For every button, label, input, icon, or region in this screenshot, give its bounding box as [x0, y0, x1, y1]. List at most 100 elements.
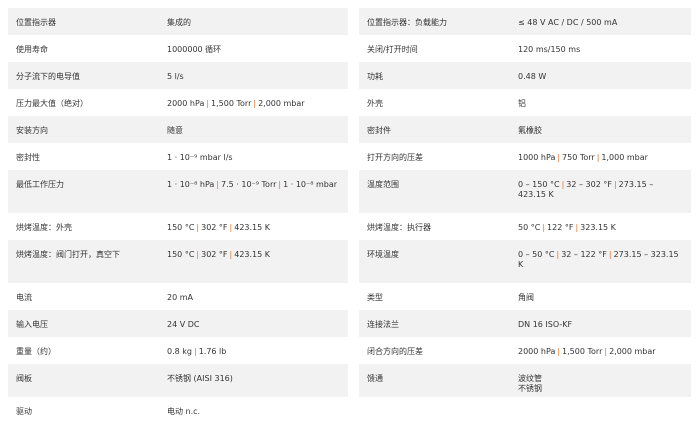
spec-value-part: 32 – 302 °F — [566, 180, 612, 189]
spec-table-right: 位置指示器：负载能力 ≤ 48 V AC / DC / 500 mA 关闭/打开时间… — [359, 8, 691, 397]
spec-value-part: 750 Torr — [562, 153, 595, 162]
spec-value: 1000000 循环 — [167, 45, 348, 55]
spec-value-part: 2000 hPa — [518, 347, 556, 356]
spec-value-part: 1,000 mbar — [601, 153, 648, 162]
value-separator: | — [608, 250, 612, 259]
spec-value-part: 0 – 50 °C — [518, 250, 555, 259]
spec-value: 2000 hPa | 1,500 Torr | 2,000 mbar — [518, 347, 691, 357]
spec-value: 0.48 W — [518, 72, 691, 82]
spec-row: 位置指示器 集成的 — [8, 8, 348, 35]
spec-value-part: 423.15 K — [234, 250, 271, 259]
spec-value: 氟橡胶 — [518, 126, 691, 136]
spec-row: 输入电压 24 V DC — [8, 310, 348, 337]
spec-value-part: 0.8 kg — [167, 347, 192, 356]
spec-label: 阀板 — [16, 374, 32, 383]
spec-value-part: 7.5 · 10⁻⁹ Torr — [221, 180, 277, 189]
spec-value-part: 随意 — [167, 126, 183, 135]
spec-label: 温度范围 — [367, 180, 399, 189]
spec-row: 类型 角阀 — [359, 283, 691, 310]
spec-value-part: 120 ms/150 ms — [518, 45, 581, 54]
spec-value: DN 16 ISO-KF — [518, 320, 691, 330]
spec-value: 20 mA — [167, 293, 348, 303]
spec-label: 输入电压 — [16, 320, 48, 329]
spec-value-part: 电动 n.c. — [167, 407, 201, 416]
spec-value-part: 1000000 循环 — [167, 45, 222, 54]
spec-row: 电流 20 mA — [8, 283, 348, 310]
value-separator: | — [542, 223, 546, 232]
spec-value-part: 2,000 mbar — [258, 99, 305, 108]
spec-value: 不锈钢 (AISI 316) — [167, 374, 348, 384]
spec-row: 温度范围 0 – 150 °C | 32 – 302 °F | 273.15 – 423.… — [359, 170, 691, 213]
spec-value-part: 20 mA — [167, 293, 193, 302]
spec-value: 150 °C | 302 °F | 423.15 K — [167, 250, 348, 260]
spec-row: 压力最大值（绝对） 2000 hPa | 1,500 Torr | 2,000 mbar — [8, 89, 348, 116]
spec-value-part: 2,000 mbar — [609, 347, 656, 356]
spec-value-part: 5 l/s — [167, 72, 184, 81]
spec-label: 安装方向 — [16, 126, 48, 135]
spec-value-part: 1 · 10⁻⁸ mbar — [283, 180, 338, 189]
spec-row: 密封性 1 · 10⁻⁹ mbar l/s — [8, 143, 348, 170]
spec-label: 功耗 — [367, 72, 383, 81]
spec-value-part: 24 V DC — [167, 320, 200, 329]
spec-label: 打开方向的压差 — [367, 153, 423, 162]
spec-label: 闭合方向的压差 — [367, 347, 423, 356]
spec-row: 分子流下的电导值 5 l/s — [8, 62, 348, 89]
spec-label: 位置指示器：负载能力 — [367, 18, 447, 27]
spec-value-part: 2000 hPa — [167, 99, 205, 108]
spec-sheet: 位置指示器 集成的使用寿命 1000000 循环分子流下的电导值 5 l/s 压力最大值… — [0, 0, 697, 443]
spec-row: 烘烤温度：外壳 150 °C | 302 °F | 423.15 K — [8, 213, 348, 240]
spec-value-part: 32 – 122 °F — [561, 250, 607, 259]
spec-label: 馈通 — [367, 374, 383, 383]
spec-value: 集成的 — [167, 18, 348, 28]
spec-row: 最低工作压力 1 · 10⁻⁸ hPa | 7.5 · 10⁻⁹ Torr | 1 · 1… — [8, 170, 348, 213]
spec-value: 0 – 150 °C | 32 – 302 °F | 273.15 – 423.15 K — [518, 180, 691, 200]
spec-label: 关闭/打开时间 — [367, 45, 418, 54]
spec-label: 分子流下的电导值 — [16, 72, 80, 81]
spec-value-part: DN 16 ISO-KF — [518, 320, 573, 329]
spec-row: 环境温度 0 – 50 °C | 32 – 122 °F | 273.15 – 323.1… — [359, 240, 691, 283]
spec-value-part: 铝 — [518, 99, 526, 108]
spec-label: 重量（约） — [16, 347, 56, 356]
spec-value: 波纹管 不锈钢 — [518, 374, 691, 394]
spec-row: 烘烤温度：执行器 50 °C | 122 °F | 323.15 K — [359, 213, 691, 240]
spec-value-line: 波纹管 — [518, 374, 542, 383]
spec-value-part: 集成的 — [167, 18, 191, 27]
spec-value-part: 302 °F — [201, 250, 228, 259]
spec-value: 随意 — [167, 126, 348, 136]
spec-label: 位置指示器 — [16, 18, 56, 27]
spec-label: 烘烤温度：执行器 — [367, 223, 431, 232]
spec-row: 阀板 不锈钢 (AISI 316) — [8, 364, 348, 397]
value-separator: | — [613, 180, 617, 189]
spec-label: 密封件 — [367, 126, 391, 135]
spec-value-part: ≤ 48 V AC / DC / 500 mA — [518, 18, 618, 27]
spec-value: 电动 n.c. — [167, 407, 348, 417]
spec-row: 外壳 铝 — [359, 89, 691, 116]
spec-row: 闭合方向的压差 2000 hPa | 1,500 Torr | 2,000 mbar — [359, 337, 691, 364]
spec-value-part: 1 · 10⁻⁸ hPa — [167, 180, 215, 189]
spec-label: 烘烤温度：阀门打开，真空下 — [16, 250, 120, 259]
spec-value: 2000 hPa | 1,500 Torr | 2,000 mbar — [167, 99, 348, 109]
spec-value: 5 l/s — [167, 72, 348, 82]
spec-label: 类型 — [367, 293, 383, 302]
spec-value-part: 1,500 Torr — [562, 347, 603, 356]
spec-value-part: 氟橡胶 — [518, 126, 542, 135]
spec-row: 位置指示器：负载能力 ≤ 48 V AC / DC / 500 mA — [359, 8, 691, 35]
value-separator: | — [193, 347, 197, 356]
spec-label: 使用寿命 — [16, 45, 48, 54]
spec-row: 打开方向的压差 1000 hPa | 750 Torr | 1,000 mbar — [359, 143, 691, 170]
spec-value-part: 0.48 W — [518, 72, 547, 81]
spec-value: 0 – 50 °C | 32 – 122 °F | 273.15 – 323.15 K — [518, 250, 691, 270]
spec-row: 连接法兰 DN 16 ISO-KF — [359, 310, 691, 337]
spec-value-part: 122 °F — [547, 223, 574, 232]
spec-value-part: 0 – 150 °C — [518, 180, 560, 189]
spec-value: ≤ 48 V AC / DC / 500 mA — [518, 18, 691, 28]
spec-value-part: 1.76 lb — [198, 347, 227, 356]
spec-value: 120 ms/150 ms — [518, 45, 691, 55]
spec-label: 连接法兰 — [367, 320, 399, 329]
spec-value-part: 302 °F — [201, 223, 228, 232]
spec-row: 使用寿命 1000000 循环 — [8, 35, 348, 62]
spec-row: 馈通 波纹管 不锈钢 — [359, 364, 691, 397]
spec-value-part: 1,500 Torr — [211, 99, 252, 108]
spec-value-part: 1000 hPa — [518, 153, 556, 162]
spec-value-part: 150 °C — [167, 223, 195, 232]
